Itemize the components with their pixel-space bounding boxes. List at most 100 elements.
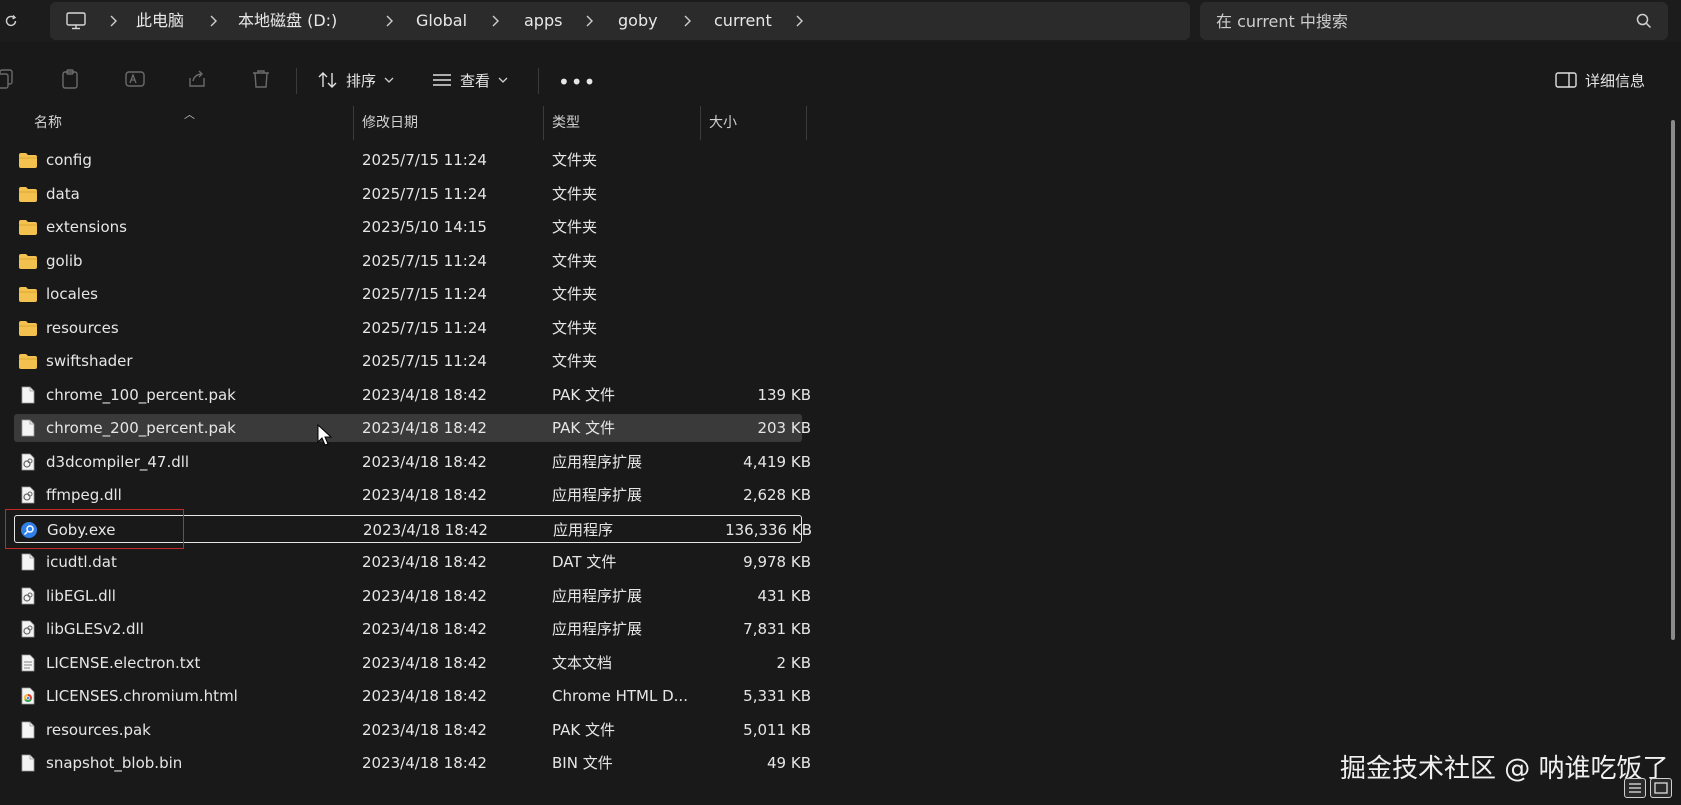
breadcrumb-global[interactable]: Global [416,2,467,40]
file-name: libGLESv2.dll [46,620,144,638]
file-name: icudtl.dat [46,553,117,571]
rename-icon[interactable] [124,68,146,90]
chevron-right-icon [386,15,393,27]
file-size: 203 KB [757,419,811,437]
file-modified-date: 2025/7/15 11:24 [362,252,487,270]
breadcrumb-goby[interactable]: goby [618,2,658,40]
file-modified-date: 2023/4/18 18:42 [362,721,487,739]
file-modified-date: 2023/4/18 18:42 [362,486,487,504]
file-row[interactable]: libGLESv2.dll 2023/4/18 18:42 应用程序扩展 7,831 … [14,615,811,643]
file-row[interactable]: LICENSES.chromium.html 2023/4/18 18:42 Chr… [14,682,811,710]
file-modified-date: 2023/4/18 18:42 [362,587,487,605]
file-modified-date: 2023/4/18 18:42 [362,687,487,705]
details-view-toggle[interactable] [1624,778,1646,798]
divider [538,68,539,94]
chevron-down-icon [384,77,394,83]
file-size: 9,978 KB [743,553,811,571]
file-row[interactable]: data 2025/7/15 11:24 文件夹 [14,180,802,208]
breadcrumb-this-pc[interactable]: 此电脑 [136,2,184,40]
address-box[interactable]: 此电脑 本地磁盘 (D:) Global apps goby current [50,2,1190,40]
sort-icon [318,72,337,88]
file-row[interactable]: snapshot_blob.bin 2023/4/18 18:42 BIN 文件 49… [14,749,811,777]
vertical-scrollbar[interactable] [1671,120,1675,640]
file-row[interactable]: libEGL.dll 2023/4/18 18:42 应用程序扩展 431 KB [14,582,811,610]
breadcrumb-local-disk[interactable]: 本地磁盘 (D:) [238,2,337,40]
file-size: 431 KB [757,587,811,605]
file-modified-date: 2023/4/18 18:42 [362,654,487,672]
file-modified-date: 2023/4/18 18:42 [363,521,488,539]
file-name: golib [46,252,83,270]
file-row[interactable]: extensions 2023/5/10 14:15 文件夹 [14,213,802,241]
file-size: 2,628 KB [743,486,811,504]
refresh-button[interactable] [0,8,22,34]
dll-icon [21,620,35,638]
dll-icon [21,453,35,471]
file-size: 136,336 KB [725,521,812,539]
view-label: 查看 [460,71,491,90]
folder-icon [19,187,37,202]
chevron-right-icon [586,15,593,27]
file-row[interactable]: chrome_200_percent.pak 2023/4/18 18:42 PAK… [14,414,811,442]
file-row[interactable]: swiftshader 2025/7/15 11:24 文件夹 [14,347,802,375]
computer-icon [66,12,86,30]
file-modified-date: 2025/7/15 11:24 [362,185,487,203]
file-modified-date: 2023/4/18 18:42 [362,453,487,471]
paste-icon[interactable] [60,68,82,90]
file-modified-date: 2023/5/10 14:15 [362,218,487,236]
more-options-button[interactable]: ••• [558,70,596,94]
file-row[interactable]: LICENSE.electron.txt 2023/4/18 18:42 文本文档 2… [14,649,811,677]
file-row[interactable]: ffmpeg.dll 2023/4/18 18:42 应用程序扩展 2,628 KB [14,481,811,509]
view-list-icon [433,74,451,86]
sort-label: 排序 [346,71,377,90]
file-name: resources.pak [46,721,151,739]
large-icons-view-toggle[interactable] [1650,778,1672,798]
chevron-right-icon [110,15,117,27]
file-size [664,280,811,308]
file-modified-date: 2023/4/18 18:42 [362,553,487,571]
breadcrumb-current[interactable]: current [714,2,772,40]
file-name: snapshot_blob.bin [46,754,183,772]
delete-icon[interactable] [250,68,272,90]
view-button[interactable]: 查看 [432,64,508,96]
annotation-highlight-box [5,509,184,549]
file-size: 7,831 KB [743,620,811,638]
search-input[interactable] [1214,2,1614,40]
chrome-html-icon [21,687,35,705]
file-row[interactable]: d3dcompiler_47.dll 2023/4/18 18:42 应用程序扩展 4… [14,448,811,476]
folder-icon [19,153,37,168]
file-name: d3dcompiler_47.dll [46,453,190,471]
file-icon [21,721,35,739]
file-icon [21,419,35,437]
details-pane-button[interactable]: 详细信息 [1555,64,1645,96]
column-header-type[interactable]: 类型 [544,106,580,140]
sort-ascending-icon: ︿ [184,108,195,121]
search-box [1200,2,1668,40]
sort-button[interactable]: 排序 [318,64,394,96]
file-row[interactable]: chrome_100_percent.pak 2023/4/18 18:42 PAK… [14,381,811,409]
file-row[interactable]: locales 2025/7/15 11:24 文件夹 [14,280,802,308]
column-header-name[interactable]: 名称 [26,106,62,140]
file-row[interactable]: resources 2025/7/15 11:24 文件夹 [14,314,802,342]
column-header-date[interactable]: 修改日期 [354,106,418,140]
file-icon [21,754,35,772]
address-bar-row: 此电脑 本地磁盘 (D:) Global apps goby current [0,0,1681,42]
column-divider[interactable] [806,106,807,140]
file-row[interactable]: resources.pak 2023/4/18 18:42 PAK 文件 5,011 … [14,716,811,744]
file-modified-date: 2023/4/18 18:42 [362,620,487,638]
column-header-row: ︿ 名称 修改日期 类型 大小 [0,106,810,140]
column-header-size[interactable]: 大小 [701,106,737,140]
folder-icon [19,287,37,302]
file-row[interactable]: golib 2025/7/15 11:24 文件夹 [14,247,802,275]
file-row[interactable]: icudtl.dat 2023/4/18 18:42 DAT 文件 9,978 KB [14,548,811,576]
chevron-right-icon [796,15,803,27]
file-size: 5,331 KB [743,687,811,705]
file-icon [21,386,35,404]
file-row[interactable]: config 2025/7/15 11:24 文件夹 [14,146,802,174]
copy-icon[interactable] [0,68,16,90]
share-icon[interactable] [186,68,208,90]
file-modified-date: 2025/7/15 11:24 [362,285,487,303]
breadcrumb-apps[interactable]: apps [524,2,562,40]
file-size [664,247,811,275]
search-icon[interactable] [1636,13,1652,29]
file-size [664,146,811,174]
